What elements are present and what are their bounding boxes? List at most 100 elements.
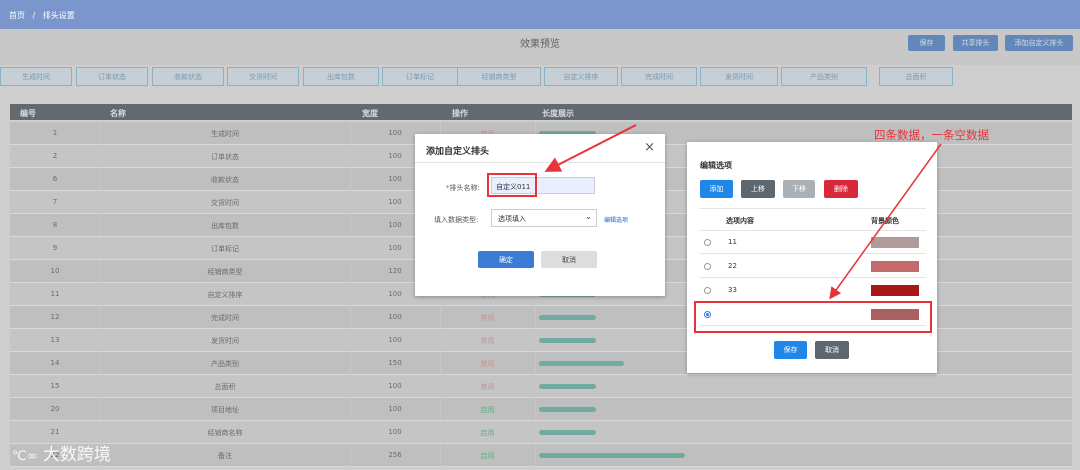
data-type-label: 填入数据类型:	[434, 216, 479, 224]
table-row: 21 经销商名称 100 启用	[10, 421, 1072, 444]
add-custom-header-dialog: 添加自定义排头 × *排头名称: 自定义011 填入数据类型: 选项填入 ⌄ 编…	[415, 134, 665, 296]
row-op-toggle[interactable]: 启用	[440, 428, 535, 438]
column-preview-cell[interactable]: 自定义排序	[544, 67, 618, 86]
watermark: ℃∞ 大数跨境	[12, 440, 111, 465]
dialog-header: 添加自定义排头 ×	[415, 134, 665, 163]
column-preview-cell[interactable]: 生成时间	[0, 67, 72, 86]
row-name: 收款状态	[211, 176, 239, 184]
row-divider	[100, 237, 101, 260]
col-bg-color: 背景颜色	[871, 217, 899, 225]
row-op-toggle[interactable]: 禁用	[440, 336, 535, 346]
row-id: 11	[50, 290, 60, 298]
save-button[interactable]: 保存	[908, 35, 945, 51]
header-name-label: *排头名称:	[446, 184, 480, 192]
row-id: 20	[50, 405, 60, 413]
row-divider	[350, 237, 351, 260]
add-custom-header-button[interactable]: 添加自定义排头	[1005, 35, 1073, 51]
option-text[interactable]: 22	[728, 262, 737, 270]
row-op-toggle[interactable]: 禁用	[440, 359, 535, 369]
confirm-button[interactable]: 确定	[478, 251, 534, 268]
option-color-swatch[interactable]	[871, 237, 919, 248]
add-option-button[interactable]: 添加	[700, 180, 733, 198]
column-preview-cell[interactable]: 收款状态	[152, 67, 224, 86]
edit-options-link[interactable]: 编辑选项	[604, 215, 628, 224]
row-name: 自定义排序	[207, 291, 243, 299]
length-bar	[539, 407, 596, 412]
option-text[interactable]: 11	[728, 238, 737, 246]
row-divider	[440, 306, 441, 329]
col-option-content: 选项内容	[726, 217, 754, 225]
close-icon[interactable]: ×	[644, 140, 655, 155]
share-header-button[interactable]: 共享排头	[953, 35, 998, 51]
column-preview-cell[interactable]: 出库包数	[303, 67, 379, 86]
row-divider	[350, 145, 351, 168]
table-header: 编号 名称 宽度 操作 长度展示	[10, 104, 1072, 120]
row-op-toggle[interactable]: 禁用	[440, 313, 535, 323]
col-header-width: 宽度	[362, 109, 378, 118]
breadcrumb-home[interactable]: 首页	[9, 11, 25, 20]
row-divider	[350, 329, 351, 352]
row-divider	[440, 398, 441, 421]
table-row: 22 备注 256 启用	[10, 444, 1072, 467]
column-preview-cell[interactable]: 产品类别	[781, 67, 867, 86]
row-divider	[100, 352, 101, 375]
data-type-select[interactable]: 选项填入 ⌄	[491, 209, 597, 227]
row-id: 1	[52, 129, 58, 137]
options-cancel-button[interactable]: 取消	[815, 341, 849, 359]
length-bar	[539, 453, 685, 458]
row-id: 6	[52, 175, 58, 183]
row-divider	[100, 306, 101, 329]
column-preview-cell[interactable]: 订单标记	[382, 67, 458, 86]
row-divider	[100, 168, 101, 191]
row-divider	[440, 375, 441, 398]
column-preview-cell[interactable]: 发货时间	[700, 67, 778, 86]
options-save-button[interactable]: 保存	[774, 341, 807, 359]
delete-option-button[interactable]: 删除	[824, 180, 858, 198]
row-id: 9	[52, 244, 58, 252]
row-divider	[100, 214, 101, 237]
column-preview-cell[interactable]: 总面积	[879, 67, 953, 86]
option-radio[interactable]	[704, 287, 711, 294]
dialog-title: 添加自定义排头	[426, 147, 490, 157]
option-color-swatch[interactable]	[871, 285, 919, 296]
row-id: 21	[50, 428, 60, 436]
move-up-button[interactable]: 上移	[741, 180, 775, 198]
row-name: 总面积	[214, 383, 236, 391]
option-radio[interactable]	[704, 263, 711, 270]
option-row[interactable]: 33	[699, 279, 926, 302]
row-divider	[535, 352, 536, 375]
column-preview-cell[interactable]: 订单状态	[76, 67, 148, 86]
option-color-swatch[interactable]	[871, 261, 919, 272]
row-divider	[100, 260, 101, 283]
table-row: 15 总面积 100 禁用	[10, 375, 1072, 398]
row-divider	[350, 214, 351, 237]
cancel-button[interactable]: 取消	[541, 251, 597, 268]
edit-options-dialog: 编辑选项 添加 上移 下移 删除 选项内容 背景颜色 11 22 33 保存 取消	[687, 142, 937, 373]
row-divider	[440, 444, 441, 467]
option-radio[interactable]	[704, 239, 711, 246]
column-preview-cell[interactable]: 交货时间	[227, 67, 299, 86]
column-preview-cell[interactable]: 完成时间	[621, 67, 697, 86]
row-width: 150	[388, 359, 402, 367]
row-id: 15	[50, 382, 60, 390]
row-op-toggle[interactable]: 禁用	[440, 382, 535, 392]
option-text[interactable]: 33	[728, 286, 737, 294]
row-divider	[440, 421, 441, 444]
row-divider	[100, 191, 101, 214]
row-width: 100	[388, 405, 402, 413]
name-highlight-box	[487, 173, 537, 197]
row-name: 发货时间	[211, 337, 239, 345]
chevron-down-icon: ⌄	[585, 212, 592, 221]
table-row: 20 项目地址 100 启用	[10, 398, 1072, 421]
option-row[interactable]: 22	[699, 255, 926, 278]
data-type-value: 选项填入	[498, 215, 526, 223]
column-preview-cell[interactable]: 经销商类型	[457, 67, 541, 86]
row-divider	[350, 168, 351, 191]
row-divider	[535, 329, 536, 352]
option-row[interactable]: 11	[699, 231, 926, 254]
move-down-button[interactable]: 下移	[783, 180, 815, 198]
row-op-toggle[interactable]: 启用	[440, 405, 535, 415]
row-divider	[535, 375, 536, 398]
row-id: 8	[52, 221, 58, 229]
row-op-toggle[interactable]: 启用	[440, 451, 535, 461]
